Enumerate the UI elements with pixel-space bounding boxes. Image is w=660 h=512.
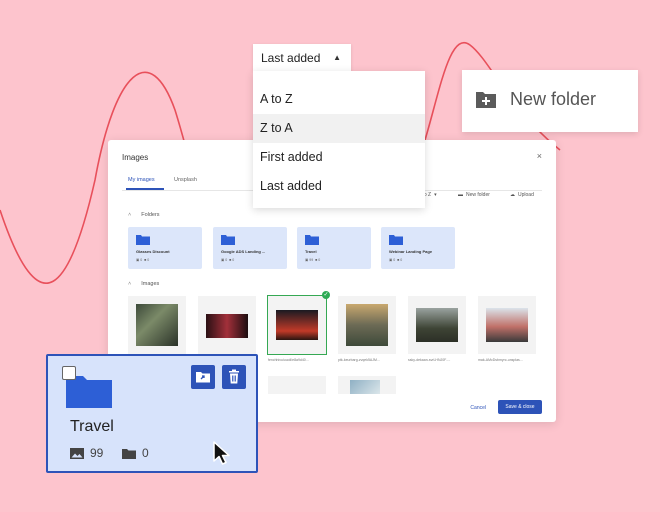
sort-option-a-to-z[interactable]: A to Z: [253, 85, 425, 114]
cloud-upload-icon: ☁: [510, 192, 515, 198]
trash-icon: [229, 369, 239, 384]
image-thumbnail[interactable]: [198, 296, 256, 354]
folder-icon: [221, 235, 235, 245]
caret-down-icon: ▾: [434, 192, 437, 198]
folder-icon: [389, 235, 403, 245]
folder-name: Google ADS Landing ...: [221, 249, 266, 254]
image-thumbnail[interactable]: [128, 296, 186, 354]
image-preview: [346, 304, 388, 346]
folder-subfolder-count: 0: [232, 258, 235, 262]
sort-dropdown-value: Last added: [261, 51, 321, 65]
images-heading: Images: [141, 281, 160, 287]
folders-section-header[interactable]: ˄ Folders: [128, 212, 160, 218]
folder-subfolder-count: 0: [147, 258, 150, 262]
folder-subfolder-count: 0: [318, 258, 321, 262]
folder-counts: ▣ 0 ■ 0: [221, 258, 235, 262]
image-thumbnail[interactable]: ssky-dekaan-svrLHNJ0F-...: [408, 296, 466, 362]
folder-plus-icon: ▬: [458, 192, 463, 198]
chevron-up-icon: ˄: [128, 212, 132, 218]
folder-counts: ▣ 0 ■ 0: [136, 258, 150, 262]
folder-image-count: 0: [393, 258, 396, 262]
image-thumbnail[interactable]: [268, 376, 326, 394]
sort-option-last-added[interactable]: Last added: [253, 172, 425, 201]
travel-subfolder-count-value: 0: [142, 446, 149, 460]
image-thumbnail-selected[interactable]: fenchhivuiuuoli/e8a9d40...: [267, 295, 327, 362]
save-close-button[interactable]: Save & close: [498, 400, 542, 414]
travel-subfolder-count: 0: [122, 446, 149, 460]
folder-image-count: 99: [309, 258, 314, 262]
checkmark-icon: ✓: [322, 291, 330, 299]
folder-icon: [136, 235, 150, 245]
image-icon: [70, 447, 84, 459]
sort-option-z-to-a[interactable]: Z to A: [253, 114, 425, 143]
folder-image-count: 0: [140, 258, 143, 262]
images-section-header[interactable]: ˄ Images: [128, 281, 159, 287]
tab-my-images[interactable]: My images: [128, 177, 155, 183]
folder-icon: [122, 448, 136, 459]
folder-icon: [305, 235, 319, 245]
image-preview: [206, 314, 248, 338]
sort-option-first-added[interactable]: First added: [253, 143, 425, 172]
new-folder-popup-button[interactable]: New folder: [462, 70, 638, 132]
image-preview: [486, 308, 528, 342]
folder-card[interactable]: Glasses Discount ▣ 0 ■ 0: [128, 227, 202, 269]
folder-name: Travel: [305, 249, 317, 254]
folder-image-count: 0: [225, 258, 228, 262]
delete-folder-button[interactable]: [222, 365, 246, 389]
travel-image-count: 99: [70, 446, 103, 460]
folder-subfolder-count: 0: [400, 258, 403, 262]
image-caption: ptk-keurbarg-zvqek5AJM...: [338, 358, 380, 362]
folder-counts: ▣ 99 ■ 0: [305, 258, 321, 262]
folder-name: Glasses Discount: [136, 249, 170, 254]
upload-button[interactable]: ☁ Upload: [510, 192, 534, 198]
image-thumbnail[interactable]: [338, 376, 396, 394]
travel-image-count-value: 99: [90, 446, 104, 460]
folder-plus-icon: [476, 92, 496, 108]
folder-card[interactable]: Travel ▣ 99 ■ 0: [297, 227, 371, 269]
dialog-title: Images: [122, 153, 149, 162]
sort-dropdown-menu: A to Z Z to A First added Last added: [253, 71, 425, 208]
folder-name: Webinar Landing Page: [389, 249, 433, 254]
image-preview: [276, 310, 318, 340]
chevron-up-icon: ˄: [128, 281, 132, 287]
new-folder-button[interactable]: ▬ New folder: [458, 192, 490, 198]
tab-unsplash[interactable]: Unsplash: [174, 177, 197, 183]
new-folder-label: New folder: [510, 89, 597, 109]
upload-button-label: Upload: [518, 192, 534, 198]
close-icon[interactable]: ×: [537, 151, 542, 161]
folder-card[interactable]: Webinar Landing Page ▣ 0 ■ 0: [381, 227, 455, 269]
folders-heading: Folders: [141, 212, 160, 218]
folder-counts: ▣ 0 ■ 0: [389, 258, 403, 262]
sort-dropdown-button[interactable]: Last added ▲: [253, 44, 351, 71]
image-thumbnail[interactable]: mak-AMcDsbmyrc-unsplas...: [478, 296, 536, 362]
image-preview: [136, 304, 178, 346]
tab-underline: [126, 188, 164, 190]
move-folder-button[interactable]: [191, 365, 215, 389]
image-caption: ssky-dekaan-svrLHNJ0F-...: [408, 358, 451, 362]
image-caption: mak-AMcDsbmyrc-unsplas...: [478, 358, 523, 362]
select-checkbox[interactable]: [62, 366, 76, 380]
caret-up-icon: ▲: [333, 53, 341, 62]
image-thumbnail[interactable]: ptk-keurbarg-zvqek5AJM...: [338, 296, 396, 362]
new-folder-button-label: New folder: [466, 192, 490, 198]
travel-folder-name: Travel: [70, 418, 114, 435]
cancel-button[interactable]: Cancel: [470, 405, 486, 411]
image-preview: [416, 308, 458, 342]
mouse-cursor-icon: [213, 441, 230, 465]
image-preview: [350, 380, 380, 394]
image-caption: fenchhivuiuuoli/e8a9d40...: [268, 358, 309, 362]
folder-move-icon: [196, 372, 210, 383]
folder-card[interactable]: Google ADS Landing ... ▣ 0 ■ 0: [213, 227, 287, 269]
